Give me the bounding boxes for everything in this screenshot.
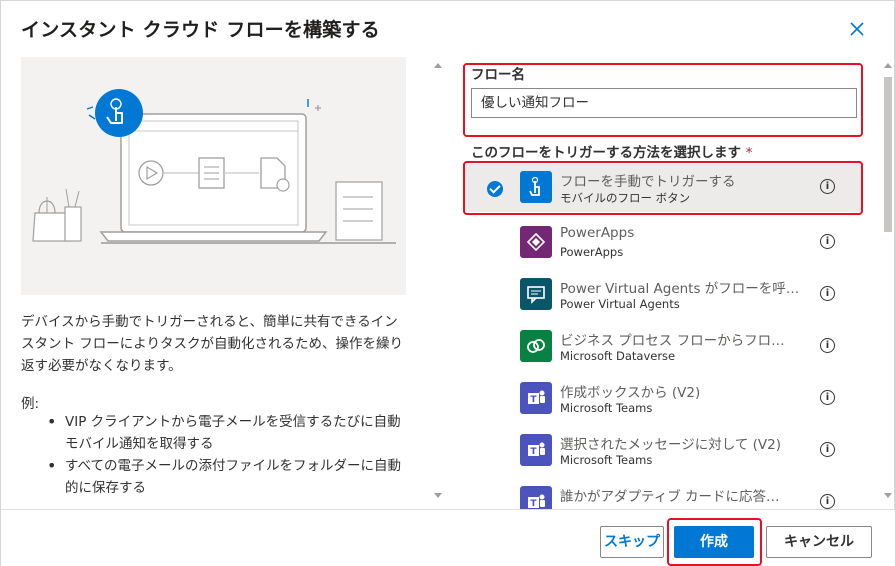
flow-name-input[interactable]: 優しい通知フロー [471,88,857,118]
scroll-up-icon[interactable] [884,63,892,68]
highlight-box [463,161,863,215]
right-scrollbar[interactable] [881,57,895,505]
info-icon[interactable]: i [820,390,835,405]
trigger-title: 選択されたメッセージに対して (V2) [560,437,781,453]
trigger-title: 誰かがアダプティブ カードに応答… [560,489,780,505]
trigger-option-adaptive-card[interactable]: T 誰かがアダプティブ カードに応答… i [463,479,863,509]
trigger-option-business-process[interactable]: ビジネス プロセス フローからフロ… Microsoft Dataverse i [463,323,863,371]
info-icon[interactable]: i [820,286,835,301]
teams-icon: T [520,382,552,414]
trigger-option-teams-message[interactable]: T 選択されたメッセージに対して (V2) Microsoft Teams i [463,427,863,475]
flow-illustration [21,57,406,295]
scroll-up-icon[interactable] [434,63,442,68]
close-icon[interactable] [845,17,869,41]
trigger-title: 作成ボックスから (V2) [560,385,701,401]
flow-name-label: フロー名 [471,67,525,83]
info-icon[interactable]: i [820,442,835,457]
trigger-label-text: このフローをトリガーする方法を選択します [471,145,741,161]
example-list: VIP クライアントから電子メールを受信するたびに自動モバイル通知を取得する す… [47,411,409,499]
info-icon[interactable]: i [820,338,835,353]
trigger-subtitle: Microsoft Teams [560,453,653,467]
trigger-subtitle: Microsoft Dataverse [560,349,676,363]
trigger-label: このフローをトリガーする方法を選択します * [471,141,752,161]
trigger-subtitle: PowerApps [560,245,624,259]
trigger-subtitle: Microsoft Teams [560,401,653,415]
skip-button[interactable]: スキップ [600,526,664,558]
powerapps-icon [520,226,552,258]
dialog-footer: スキップ 作成 キャンセル [1,509,895,566]
trigger-option-virtual-agents[interactable]: Power Virtual Agents がフローを呼… Power Virtu… [463,271,863,319]
teams-icon: T [520,486,552,509]
scroll-down-icon[interactable] [884,493,892,498]
trigger-option-teams-compose[interactable]: T 作成ボックスから (V2) Microsoft Teams i [463,375,863,423]
svg-text:T: T [530,395,537,405]
list-item: VIP クライアントから電子メールを受信するたびに自動モバイル通知を取得する [47,411,409,455]
description-text: デバイスから手動でトリガーされると、簡単に共有できるインスタント フローによりタ… [21,314,404,374]
svg-text:T: T [530,447,537,457]
dataverse-icon [520,330,552,362]
trigger-subtitle: Power Virtual Agents [560,297,680,311]
create-button[interactable]: 作成 [674,526,754,558]
trigger-option-powerapps[interactable]: PowerApps PowerApps i [463,219,863,267]
list-item: すべての電子メールの添付ファイルをフォルダーに自動的に保存する [47,455,409,499]
trigger-title: PowerApps [560,225,635,241]
cancel-button[interactable]: キャンセル [766,526,872,558]
left-scrollbar[interactable] [431,57,445,505]
scrollbar-thumb[interactable] [884,77,892,232]
left-panel: デバイスから手動でトリガーされると、簡単に共有できるインスタント フローによりタ… [21,57,406,507]
required-mark: * [745,145,753,161]
right-panel: フロー名 優しい通知フロー このフローをトリガーする方法を選択します * フロー… [463,57,878,509]
trigger-title: ビジネス プロセス フローからフロ… [560,333,785,349]
dialog-title: インスタント クラウド フローを構築する [21,19,380,41]
create-flow-dialog: インスタント クラウド フローを構築する デバイスから手動でトリガーされると、簡… [0,0,895,566]
example-label: 例: [21,396,40,412]
svg-text:T: T [530,499,537,509]
info-icon[interactable]: i [820,494,835,509]
info-icon[interactable]: i [820,234,835,249]
trigger-title: Power Virtual Agents がフローを呼… [560,281,800,297]
teams-icon: T [520,434,552,466]
scroll-down-icon[interactable] [434,493,442,498]
virtual-agents-icon [520,278,552,310]
